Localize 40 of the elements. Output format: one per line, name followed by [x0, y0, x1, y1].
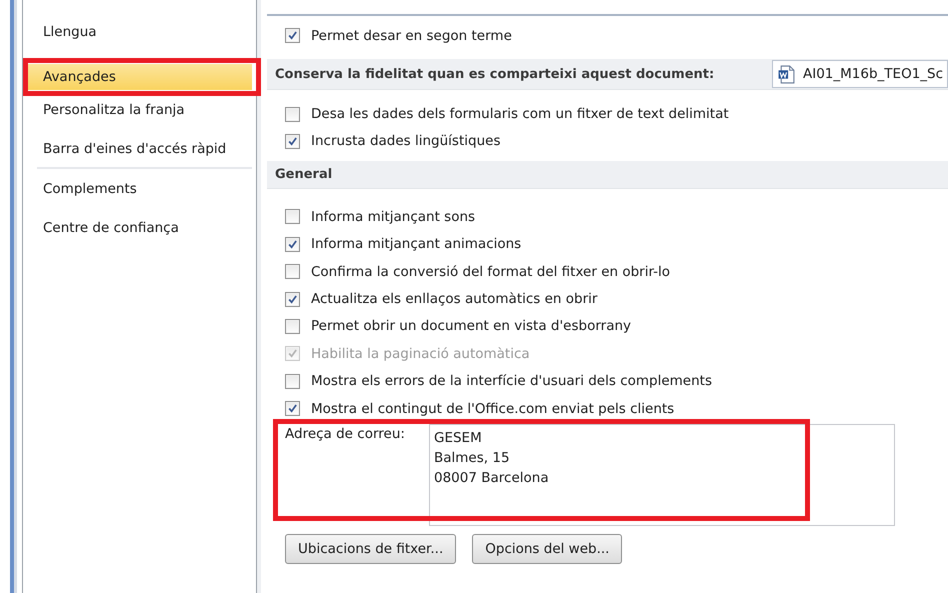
checkbox-label: Habilita la paginació automàtica	[311, 346, 530, 362]
sidebar-item[interactable]: Personalitza la franja	[27, 97, 252, 136]
checkbox-label: Actualitza els enllaços automàtics en obrir	[311, 291, 598, 308]
sidebar-item[interactable]: Complements	[27, 176, 252, 215]
checkbox-label: Informa mitjançant sons	[311, 208, 476, 225]
field-label: Adreça de correu:	[285, 425, 406, 444]
checkbox-label: Desa les dades dels formularis com un fitxer de text delimitat	[311, 106, 729, 122]
checkbox-label: Informa mitjançant animacions	[311, 236, 522, 252]
checkbox-label: Confirma la conversió del format del fitxer en obrir-lo	[311, 264, 670, 280]
checkmark-icon	[287, 238, 298, 250]
checkmark-icon	[287, 294, 298, 305]
checkbox-label: Permet desar en segon terme	[311, 28, 512, 44]
sidebar-item[interactable]: Centre de confiança	[27, 215, 252, 254]
document-dropdown[interactable]: AI01_M16b_TEO1_Sc	[772, 60, 948, 88]
sidebar-item[interactable]: Barra d'eines d'accés ràpid	[27, 136, 252, 175]
checkbox[interactable]	[285, 106, 300, 122]
checkbox-label: Mostra els errors de la interfície d'usuari dels complements	[311, 373, 712, 390]
checkbox-label: Mostra el contingut de l'Office.com enviat pels clients	[311, 400, 674, 417]
checkbox[interactable]	[285, 318, 300, 334]
checkbox-label: Permet obrir un document en vista d'esborrany	[311, 318, 632, 334]
address-field[interactable]: GESEM Balmes, 15 08007 Barcelona	[429, 424, 895, 526]
checkmark-icon	[287, 30, 298, 42]
checkbox[interactable]	[285, 209, 300, 224]
section-title: General	[275, 167, 332, 182]
checkbox[interactable]	[285, 374, 300, 389]
checkmark-icon	[287, 403, 298, 414]
checkbox[interactable]	[285, 264, 300, 280]
checkbox-label: Incrusta dades lingüístiques	[311, 133, 500, 150]
checkbox[interactable]	[285, 236, 300, 252]
document-icon	[778, 64, 795, 84]
checkbox[interactable]	[285, 401, 300, 416]
sidebar-item[interactable]: Avançades	[27, 64, 252, 90]
checkbox[interactable]	[285, 292, 300, 307]
checkbox[interactable]	[285, 28, 300, 44]
sidebar-item[interactable]: Llengua	[27, 19, 252, 58]
dialog-button[interactable]: Opcions del web...	[472, 534, 622, 564]
dialog-button[interactable]: Ubicacions de fitxer...	[285, 534, 456, 564]
checkbox[interactable]	[285, 134, 300, 149]
section-title: Conserva la fidelitat quan es comparteixi aquest document:	[275, 66, 714, 82]
checkmark-icon	[287, 136, 298, 147]
